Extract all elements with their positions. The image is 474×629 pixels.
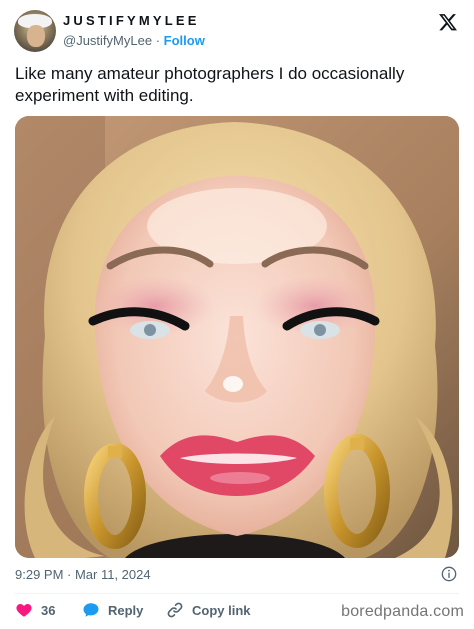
- avatar[interactable]: [14, 10, 56, 52]
- reply-button[interactable]: Reply: [82, 600, 143, 620]
- speech-bubble-icon: [83, 603, 99, 617]
- link-icon: [167, 602, 183, 618]
- tweet-timestamp[interactable]: 9:29 PM · Mar 11, 2024: [15, 567, 151, 582]
- heart-icon: [16, 604, 32, 617]
- footer-divider: [15, 593, 459, 594]
- copy-link-label: Copy link: [192, 602, 251, 618]
- source-watermark: boredpanda.com: [341, 603, 464, 620]
- x-logo-icon[interactable]: [438, 12, 458, 32]
- author-handle-line: @JustifyMyLee · Follow: [63, 33, 205, 48]
- tweet-card: JUSTIFYMYLEE @JustifyMyLee · Follow Like…: [0, 0, 474, 629]
- photo-illustration: [15, 116, 459, 558]
- reply-label: Reply: [108, 602, 144, 618]
- info-icon[interactable]: [441, 566, 457, 582]
- copy-link-button[interactable]: Copy link: [166, 600, 251, 620]
- author-handle[interactable]: @JustifyMyLee: [63, 33, 152, 48]
- like-count: 36: [41, 602, 56, 618]
- like-button[interactable]: 36: [15, 600, 55, 620]
- avatar-face: [27, 25, 45, 47]
- tweet-photo[interactable]: [15, 116, 459, 558]
- tweet-text: Like many amateur photographers I do occ…: [15, 64, 405, 105]
- handle-separator: ·: [155, 33, 161, 48]
- follow-button[interactable]: Follow: [164, 33, 205, 48]
- author-display-name[interactable]: JUSTIFYMYLEE: [63, 13, 200, 28]
